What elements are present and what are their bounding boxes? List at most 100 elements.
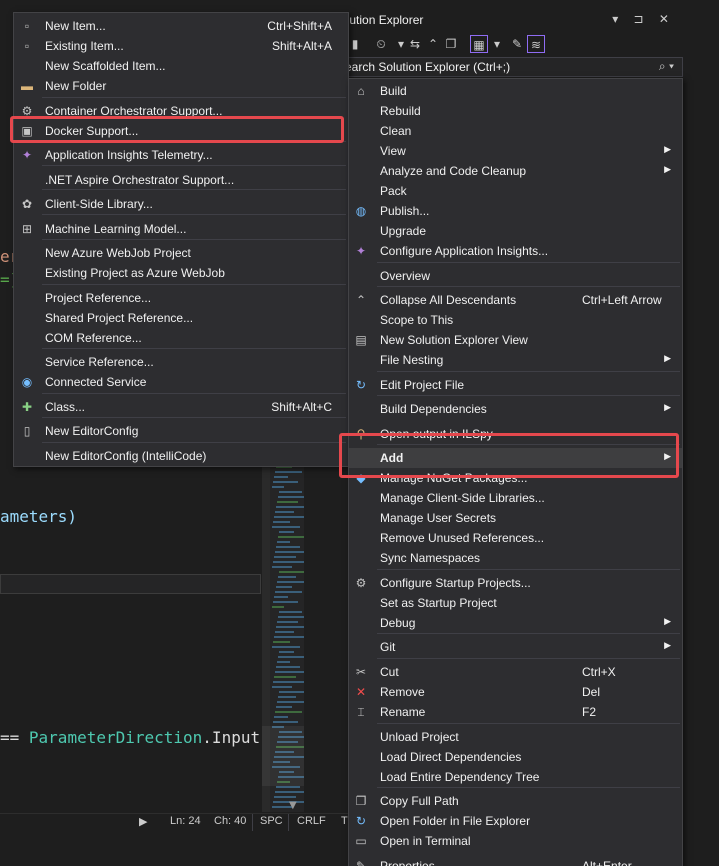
minimap-line — [273, 681, 304, 683]
copy-view-icon[interactable]: ❐ — [442, 35, 460, 53]
context_menu-item-add[interactable]: Add ▶ — [349, 448, 682, 468]
add_menu-item-project-reference[interactable]: Project Reference... — [14, 288, 348, 308]
add_menu-item-net-aspire-orchestrator-support[interactable]: .NET Aspire Orchestrator Support... — [14, 170, 348, 190]
context_menu-item-sync-namespaces[interactable]: Sync Namespaces — [349, 548, 682, 568]
add_menu-item-client-side-library[interactable]: ✿ Client-Side Library... — [14, 194, 348, 214]
nuget-icon: ◆ — [356, 471, 366, 485]
context_menu-item-open-folder-in-file-explorer[interactable]: ↻ Open Folder in File Explorer — [349, 811, 682, 831]
context_menu-item-build[interactable]: ⌂ Build — [349, 81, 682, 101]
collapse-all-icon[interactable]: ⌃ — [424, 35, 442, 53]
code-line: == ParameterDirection.Input — [0, 728, 260, 747]
context_menu-item-overview[interactable]: Overview — [349, 266, 682, 286]
add_menu-item-application-insights-telemetry[interactable]: ✦ Application Insights Telemetry... — [14, 145, 348, 165]
panel-window-buttons[interactable]: ▾ ⊐ ✕ — [612, 12, 675, 26]
add_menu-item-new-editorconfig-intellicode[interactable]: New EditorConfig (IntelliCode) — [14, 446, 348, 466]
add_menu-item-new-editorconfig[interactable]: ▯ New EditorConfig — [14, 421, 348, 441]
submenu-arrow-icon: ▶ — [664, 402, 671, 412]
context_menu-item-clean[interactable]: Clean — [349, 121, 682, 141]
add_menu-item-shared-project-reference[interactable]: Shared Project Reference... — [14, 308, 348, 328]
search-icon[interactable]: ⌕ ▾ — [659, 59, 674, 74]
add_menu-item-com-reference[interactable]: COM Reference... — [14, 328, 348, 348]
context_menu-item-debug[interactable]: Debug ▶ — [349, 613, 682, 633]
menu-separator — [42, 239, 346, 240]
globe-icon: ◍ — [355, 204, 367, 218]
add_menu-item-service-reference[interactable]: Service Reference... — [14, 352, 348, 372]
context_menu-item-publish[interactable]: ◍ Publish... — [349, 201, 682, 221]
minimap-line — [279, 571, 304, 573]
context_menu-item-pack[interactable]: Pack — [349, 181, 682, 201]
status-tail: T — [341, 815, 348, 827]
add_menu-item-existing-project-as-azure-webjob[interactable]: Existing Project as Azure WebJob — [14, 263, 348, 283]
menu-item-shortcut: Shift+Alt+C — [271, 400, 332, 414]
context_menu-item-upgrade[interactable]: Upgrade — [349, 221, 682, 241]
wrench-icon: ✎ — [355, 859, 367, 866]
context_menu-item-rebuild[interactable]: Rebuild — [349, 101, 682, 121]
menu-item-label: Configure Startup Projects... — [380, 576, 531, 590]
context_menu-item-manage-client-side-libraries[interactable]: Manage Client-Side Libraries... — [349, 488, 682, 508]
minimap-line — [278, 536, 304, 538]
context_menu-item-git[interactable]: Git ▶ — [349, 637, 682, 657]
context_menu-item-file-nesting[interactable]: File Nesting ▶ — [349, 350, 682, 370]
context_menu-item-manage-nuget-packages[interactable]: ◆ Manage NuGet Packages... — [349, 468, 682, 488]
history-icon[interactable]: ⏲ — [372, 35, 390, 53]
solution-explorer-search[interactable]: earch Solution Explorer (Ctrl+;) ⌕ ▾ — [338, 57, 683, 77]
show-all-files-icon[interactable]: ▦ — [470, 35, 488, 53]
context_menu-item-view[interactable]: View ▶ — [349, 141, 682, 161]
menu-item-label: New Folder — [45, 79, 107, 93]
chevron-down-icon[interactable]: ▾ — [488, 35, 506, 53]
context_menu-item-analyze-and-code-cleanup[interactable]: Analyze and Code Cleanup ▶ — [349, 161, 682, 181]
new-view-icon: ▤ — [355, 333, 367, 347]
context_menu-item-new-solution-explorer-view[interactable]: ▤ New Solution Explorer View — [349, 330, 682, 350]
menu-item-label: Load Entire Dependency Tree — [380, 770, 540, 784]
context_menu-item-remove-unused-references[interactable]: Remove Unused References... — [349, 528, 682, 548]
add_menu-item-docker-support[interactable]: ▣ Docker Support... — [14, 121, 348, 141]
context_menu-item-collapse-all-descendants[interactable]: ⌃ Collapse All Descendants Ctrl+Left Arrow — [349, 290, 682, 310]
context_menu-item-configure-startup-projects[interactable]: ⚙ Configure Startup Projects... — [349, 573, 682, 593]
menu-item-label: .NET Aspire Orchestrator Support... — [45, 173, 235, 187]
menu-item-label: Overview — [380, 269, 431, 283]
context_menu-item-load-entire-dependency-tree[interactable]: Load Entire Dependency Tree — [349, 767, 682, 787]
status-arrow-icon[interactable]: ▶ — [139, 815, 147, 828]
context_menu-item-copy-full-path[interactable]: ❐ Copy Full Path — [349, 791, 682, 811]
context_menu-item-rename[interactable]: ⌶ Rename F2 — [349, 702, 682, 722]
insights-icon: ✦ — [355, 244, 367, 258]
add_menu-item-new-azure-webjob-project[interactable]: New Azure WebJob Project — [14, 243, 348, 263]
properties-wrench-icon[interactable]: ✎ — [508, 35, 526, 53]
minimap-line — [275, 591, 302, 593]
column-number[interactable]: Ch: 40 — [214, 815, 246, 827]
context_menu-item-set-as-startup-project[interactable]: Set as Startup Project — [349, 593, 682, 613]
context_menu-item-properties[interactable]: ✎ Properties Alt+Enter — [349, 856, 682, 866]
context_menu-item-remove[interactable]: ✕ Remove Del — [349, 682, 682, 702]
context_menu-item-open-output-in-ilspy[interactable]: ⚲ Open output in ILSpy — [349, 424, 682, 444]
context_menu-item-cut[interactable]: ✂ Cut Ctrl+X — [349, 662, 682, 682]
add_menu-item-new-scaffolded-item[interactable]: New Scaffolded Item... — [14, 56, 348, 76]
add_menu-item-machine-learning-model[interactable]: ⊞ Machine Learning Model... — [14, 219, 348, 239]
add_menu-item-existing-item[interactable]: ▫ Existing Item... Shift+Alt+A — [14, 36, 348, 56]
menu-separator — [42, 393, 346, 394]
refresh-icon[interactable]: ⇆ — [406, 35, 424, 53]
context_menu-item-edit-project-file[interactable]: ↻ Edit Project File — [349, 375, 682, 395]
menu-separator — [377, 286, 680, 287]
copy-icon: ❐ — [355, 794, 367, 808]
context_menu-item-build-dependencies[interactable]: Build Dependencies ▶ — [349, 399, 682, 419]
context_menu-item-load-direct-dependencies[interactable]: Load Direct Dependencies — [349, 747, 682, 767]
scrollbar-thumb[interactable] — [262, 726, 304, 786]
minimap-line — [279, 531, 294, 533]
add_menu-item-class[interactable]: ✚ Class... Shift+Alt+C — [14, 397, 348, 417]
context_menu-item-manage-user-secrets[interactable]: Manage User Secrets — [349, 508, 682, 528]
add_menu-item-container-orchestrator-support[interactable]: ⚙ Container Orchestrator Support... — [14, 101, 348, 121]
add_menu-item-connected-service[interactable]: ◉ Connected Service — [14, 372, 348, 392]
add_menu-item-new-folder[interactable]: ▬ New Folder — [14, 76, 348, 96]
preview-icon[interactable]: ≋ — [527, 35, 545, 53]
context_menu-item-configure-application-insights[interactable]: ✦ Configure Application Insights... — [349, 241, 682, 261]
scroll-down-icon[interactable]: ▼ — [289, 800, 297, 811]
menu-item-label: Add — [380, 451, 404, 465]
line-ending[interactable]: CRLF — [297, 815, 326, 827]
menu-separator — [377, 633, 680, 634]
line-number[interactable]: Ln: 24 — [170, 815, 201, 827]
context_menu-item-open-in-terminal[interactable]: ▭ Open in Terminal — [349, 831, 682, 851]
context_menu-item-scope-to-this[interactable]: Scope to This — [349, 310, 682, 330]
add_menu-item-new-item[interactable]: ▫ New Item... Ctrl+Shift+A — [14, 16, 348, 36]
whitespace-mode[interactable]: SPC — [260, 815, 283, 827]
context_menu-item-unload-project[interactable]: Unload Project — [349, 727, 682, 747]
